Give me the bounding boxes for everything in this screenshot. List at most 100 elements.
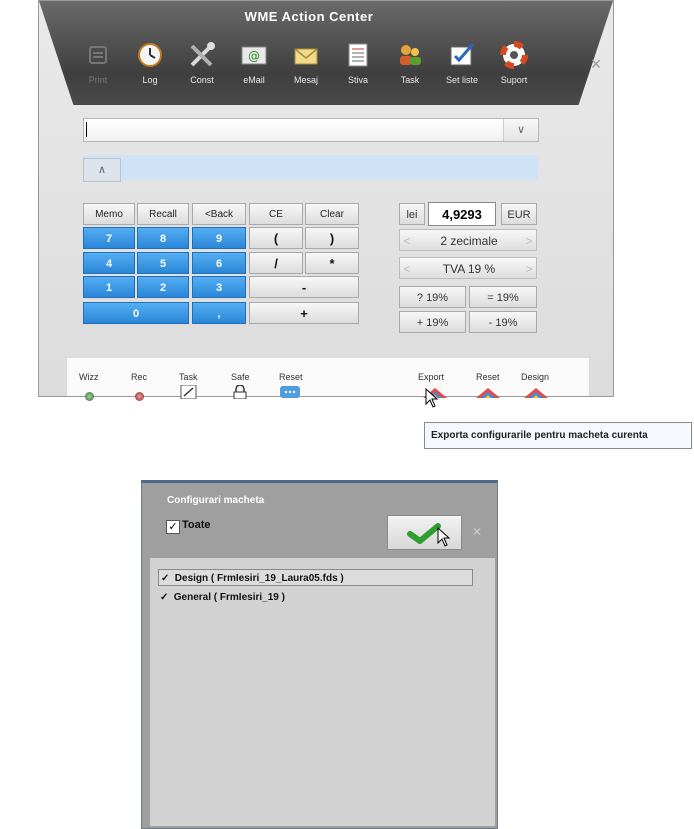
key-2[interactable]: 2 xyxy=(137,276,189,298)
checkbox-icon[interactable]: ✓ xyxy=(160,589,171,606)
color-palette-icon[interactable] xyxy=(475,386,501,398)
expression-input[interactable]: ∨ xyxy=(83,118,539,142)
export-label: Export xyxy=(418,372,445,382)
wizz-indicator[interactable] xyxy=(85,392,94,401)
toolbar-log-button[interactable]: Log xyxy=(121,41,179,85)
checkbox-icon[interactable]: ✓ xyxy=(161,570,172,587)
currency-from-button[interactable]: lei xyxy=(399,203,425,225)
vat-equals-button[interactable]: = 19% xyxy=(469,286,537,308)
recall-button[interactable]: Recall xyxy=(137,203,189,225)
toolbar-print-button[interactable]: Print xyxy=(69,41,127,85)
toolbar-label: eMail xyxy=(243,75,265,85)
clock-icon xyxy=(135,41,165,69)
users-icon xyxy=(395,41,425,69)
vat-add-button[interactable]: + 19% xyxy=(399,311,466,333)
safe-label: Safe xyxy=(231,372,250,382)
close-icon[interactable]: × xyxy=(587,55,605,73)
configurari-dialog: Configurari macheta ✓ Toate ✕ ✓ Design (… xyxy=(141,480,498,829)
reset-design-label: Reset xyxy=(476,372,500,382)
key-0[interactable]: 0 xyxy=(83,302,189,324)
ce-button[interactable]: CE xyxy=(249,203,303,225)
toolbar-label: Mesaj xyxy=(293,75,318,85)
list-item[interactable]: ✓ Design ( FrmIesiri_19_Laura05.fds ) xyxy=(158,569,473,586)
toolbar-label: Const xyxy=(190,75,214,85)
task-label: Task xyxy=(179,372,198,382)
padlock-icon[interactable] xyxy=(231,384,249,400)
toolbar-set-liste-button[interactable]: Set liste xyxy=(433,41,491,85)
back-button[interactable]: <Back xyxy=(192,203,246,225)
key-1[interactable]: 1 xyxy=(83,276,135,298)
email-icon: @ xyxy=(239,41,269,69)
decimals-spinner[interactable]: < 2 zecimale > xyxy=(399,229,537,251)
text-caret xyxy=(86,122,87,137)
key-7[interactable]: 7 xyxy=(83,227,135,249)
vat-subtract-button[interactable]: - 19% xyxy=(469,311,537,333)
key-9[interactable]: 9 xyxy=(192,227,246,249)
envelope-icon xyxy=(291,41,321,69)
color-palette-icon[interactable] xyxy=(523,386,549,398)
vat-spinner[interactable]: < TVA 19 % > xyxy=(399,257,537,279)
toolbar-const-button[interactable]: Const xyxy=(173,41,231,85)
svg-text:@: @ xyxy=(248,49,260,63)
toolbar-label: Set liste xyxy=(445,75,478,85)
toolbar-label: Log xyxy=(142,75,158,85)
key-6[interactable]: 6 xyxy=(192,252,246,274)
chevron-up-icon[interactable]: ∧ xyxy=(83,158,121,182)
key-8[interactable]: 8 xyxy=(137,227,189,249)
memo-button[interactable]: Memo xyxy=(83,203,135,225)
toolbar-mesaj-button[interactable]: Mesaj xyxy=(277,41,335,85)
clear-button[interactable]: Clear xyxy=(305,203,359,225)
currency-to-button[interactable]: EUR xyxy=(501,203,537,225)
key-3[interactable]: 3 xyxy=(192,276,246,298)
select-all-checkbox[interactable]: ✓ xyxy=(166,520,180,534)
configuration-list: ✓ Design ( FrmIesiri_19_Laura05.fds ) ✓ … xyxy=(150,558,495,826)
toolbar-suport-button[interactable]: Suport xyxy=(485,41,543,85)
key-decimal[interactable]: , xyxy=(192,302,246,324)
toolbar-label: Suport xyxy=(500,75,528,85)
dialog-title: Configurari macheta xyxy=(167,495,265,506)
toolbar-task-button[interactable]: Task xyxy=(381,41,439,85)
chat-icon[interactable] xyxy=(279,385,301,399)
toolbar-label: Stiva xyxy=(347,75,368,85)
wizz-label: Wizz xyxy=(79,372,99,382)
window-title: WME Action Center xyxy=(244,9,374,24)
mouse-cursor-icon xyxy=(425,387,439,413)
action-center-window: WME Action Center Print Log Const @ eMai… xyxy=(38,0,614,401)
toolbar-email-button[interactable]: @ eMail xyxy=(225,41,283,85)
checklist-icon xyxy=(447,41,477,69)
printer-icon xyxy=(83,41,113,69)
list-icon xyxy=(343,41,373,69)
chevron-right-icon[interactable]: > xyxy=(522,258,536,280)
vat-value: TVA 19 % xyxy=(442,262,496,276)
toolbar-label: Task xyxy=(400,75,420,85)
toolbar-label: Print xyxy=(88,75,108,85)
vat-query-button[interactable]: ? 19% xyxy=(399,286,466,308)
chevron-right-icon[interactable]: > xyxy=(522,230,536,252)
exchange-rate-field[interactable]: 4,9293 xyxy=(428,202,496,226)
key-plus[interactable]: + xyxy=(249,302,359,324)
decimals-value: 2 zecimale xyxy=(440,234,498,248)
chevron-left-icon[interactable]: < xyxy=(400,258,414,280)
rec-indicator[interactable] xyxy=(135,392,144,401)
key-4[interactable]: 4 xyxy=(83,252,135,274)
chevron-left-icon[interactable]: < xyxy=(400,230,414,252)
key-open-paren[interactable]: ( xyxy=(249,227,303,249)
tools-icon xyxy=(187,41,217,69)
select-all-label: Toate xyxy=(182,519,211,531)
notepad-icon[interactable] xyxy=(180,384,198,400)
confirm-button[interactable] xyxy=(387,515,462,550)
design-label: Design xyxy=(521,372,550,382)
tooltip: Exporta configurarile pentru macheta cur… xyxy=(424,422,692,449)
toolbar-stiva-button[interactable]: Stiva xyxy=(329,41,387,85)
close-icon[interactable]: ✕ xyxy=(472,525,482,539)
key-multiply[interactable]: * xyxy=(305,252,359,274)
key-5[interactable]: 5 xyxy=(137,252,189,274)
key-divide[interactable]: / xyxy=(249,252,303,274)
chevron-down-icon[interactable]: ∨ xyxy=(503,119,538,141)
list-item[interactable]: ✓ General ( FrmIesiri_19 ) xyxy=(160,589,285,606)
key-close-paren[interactable]: ) xyxy=(305,227,359,249)
reset-label: Reset xyxy=(279,372,303,382)
key-minus[interactable]: - xyxy=(249,276,359,298)
checkmark-icon xyxy=(407,523,451,547)
rec-label: Rec xyxy=(131,372,148,382)
